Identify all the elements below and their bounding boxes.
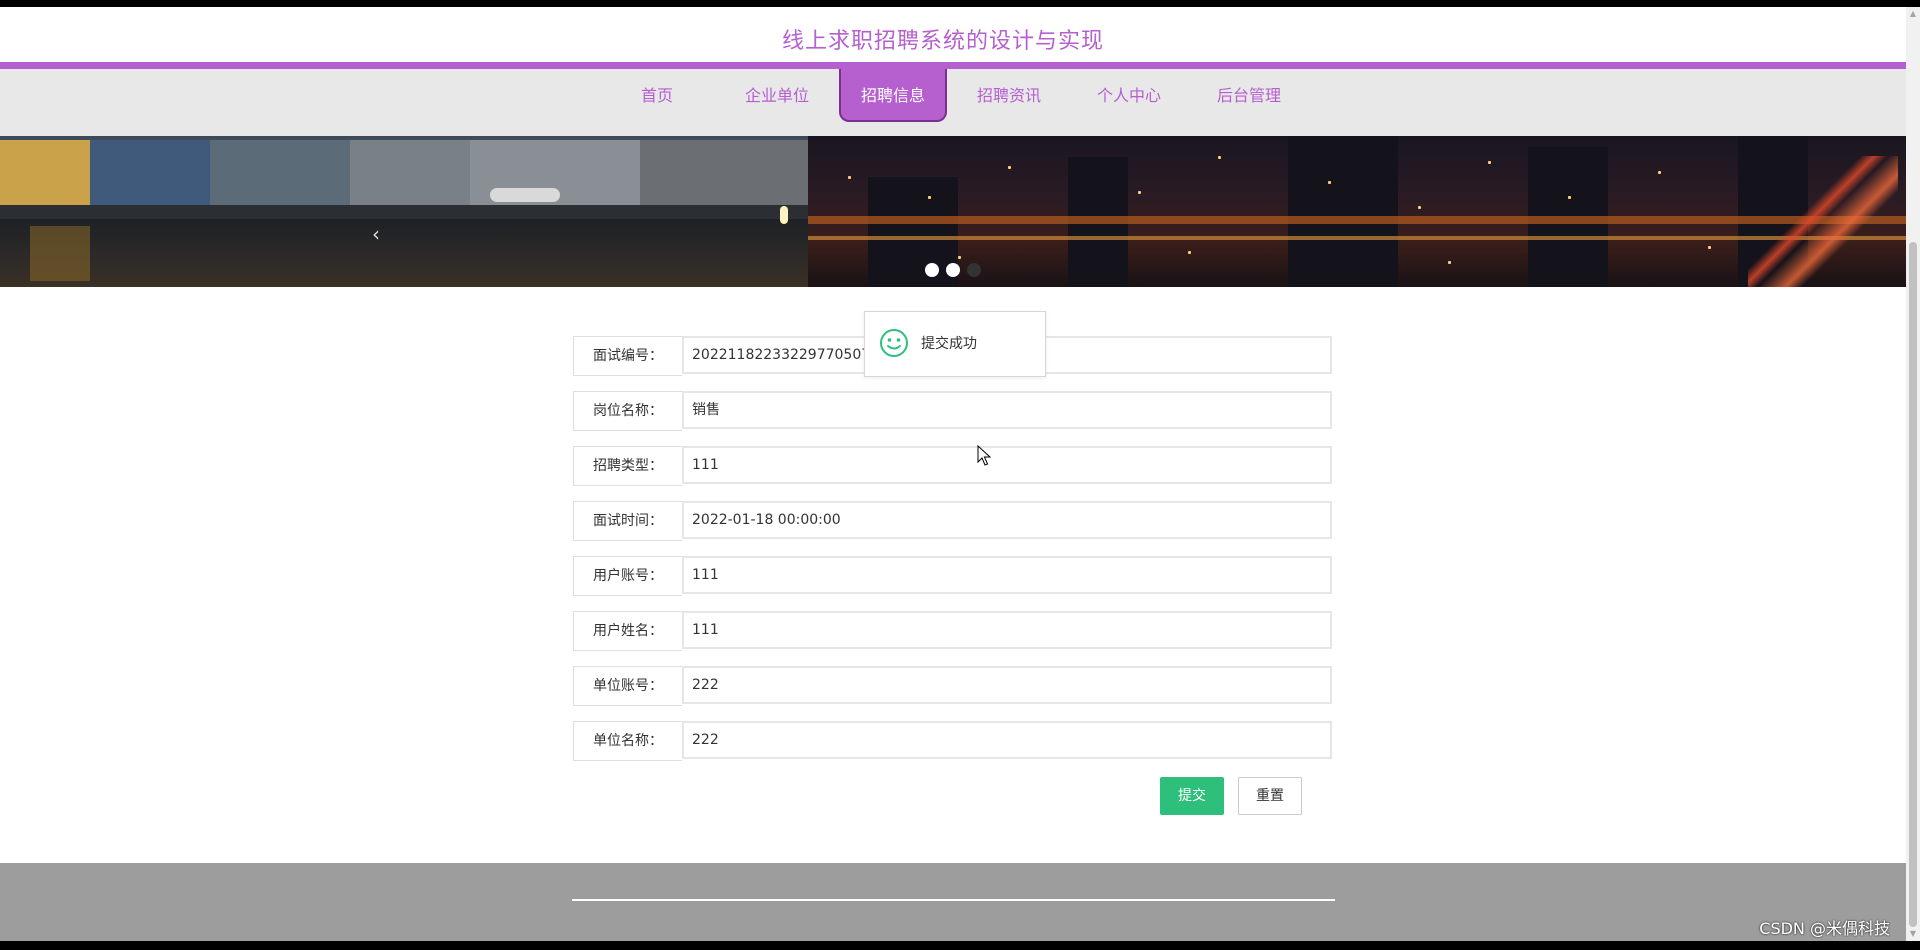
nav-item-job-news[interactable]: 招聘资讯 [955, 69, 1063, 122]
company-account-field[interactable]: 222 [682, 666, 1332, 704]
interview-time-label: 面试时间： [573, 501, 682, 541]
form-row-user-account: 用户账号： 111 [573, 556, 1335, 596]
user-account-label: 用户账号： [573, 556, 682, 596]
recruit-type-label: 招聘类型： [573, 446, 682, 486]
mouse-cursor-icon [977, 445, 991, 466]
nav-item-personal-center[interactable]: 个人中心 [1075, 69, 1183, 122]
header: 线上求职招聘系统的设计与实现 [0, 7, 1906, 62]
banner-prev-arrow-icon[interactable]: ‹ [372, 222, 380, 246]
form-row-company-account: 单位账号： 222 [573, 666, 1335, 706]
banner-dot-3[interactable] [967, 263, 981, 277]
banner-dot-2[interactable] [946, 263, 960, 277]
interview-time-field[interactable]: 2022-01-18 00:00:00 [682, 501, 1332, 539]
user-account-field[interactable]: 111 [682, 556, 1332, 594]
company-account-label: 单位账号： [573, 666, 682, 706]
scrollbar-thumb[interactable] [1909, 242, 1917, 927]
form-row-interview-time: 面试时间： 2022-01-18 00:00:00 [573, 501, 1335, 541]
submit-button[interactable]: 提交 [1160, 777, 1224, 815]
footer-divider [572, 899, 1335, 901]
watermark: CSDN @米偶科技 [1759, 919, 1890, 938]
recruit-type-field[interactable]: 111 [682, 446, 1332, 484]
scroll-down-icon[interactable]: ▼ [1906, 927, 1920, 941]
nav-item-companies[interactable]: 企业单位 [723, 69, 831, 122]
form-row-company-name: 单位名称： 222 [573, 721, 1335, 761]
main-nav: 首页 企业单位 招聘信息 招聘资讯 个人中心 后台管理 [0, 69, 1906, 138]
banner-dot-1[interactable] [925, 263, 939, 277]
nav-item-home[interactable]: 首页 [603, 69, 711, 122]
position-name-field[interactable]: 销售 [682, 391, 1332, 429]
form-row-position-name: 岗位名称： 销售 [573, 391, 1335, 431]
banner-image-waterfront [0, 136, 808, 287]
accent-bar [0, 62, 1906, 69]
nav-item-job-postings[interactable]: 招聘信息 [839, 69, 947, 122]
scroll-up-icon[interactable]: ▲ [1906, 7, 1920, 21]
company-name-field[interactable]: 222 [682, 721, 1332, 759]
nav-item-admin[interactable]: 后台管理 [1195, 69, 1303, 122]
company-name-label: 单位名称： [573, 721, 682, 761]
user-name-label: 用户姓名： [573, 611, 682, 651]
interview-id-label: 面试编号： [573, 336, 682, 376]
smile-icon [880, 329, 908, 357]
user-name-field[interactable]: 111 [682, 611, 1332, 649]
position-name-label: 岗位名称： [573, 391, 682, 431]
success-toast: 提交成功 [864, 311, 1046, 377]
reset-button[interactable]: 重置 [1238, 777, 1302, 815]
banner-carousel[interactable]: ‹ [0, 136, 1906, 287]
toast-message: 提交成功 [921, 336, 977, 352]
form-row-user-name: 用户姓名： 111 [573, 611, 1335, 651]
scrollbar[interactable]: ▲ ▼ [1906, 7, 1920, 941]
form-row-recruit-type: 招聘类型： 111 [573, 446, 1335, 486]
footer: CSDN @米偶科技 [0, 863, 1906, 941]
page: 线上求职招聘系统的设计与实现 首页 企业单位 招聘信息 招聘资讯 个人中心 后台… [0, 7, 1906, 941]
site-title: 线上求职招聘系统的设计与实现 [781, 29, 1104, 54]
